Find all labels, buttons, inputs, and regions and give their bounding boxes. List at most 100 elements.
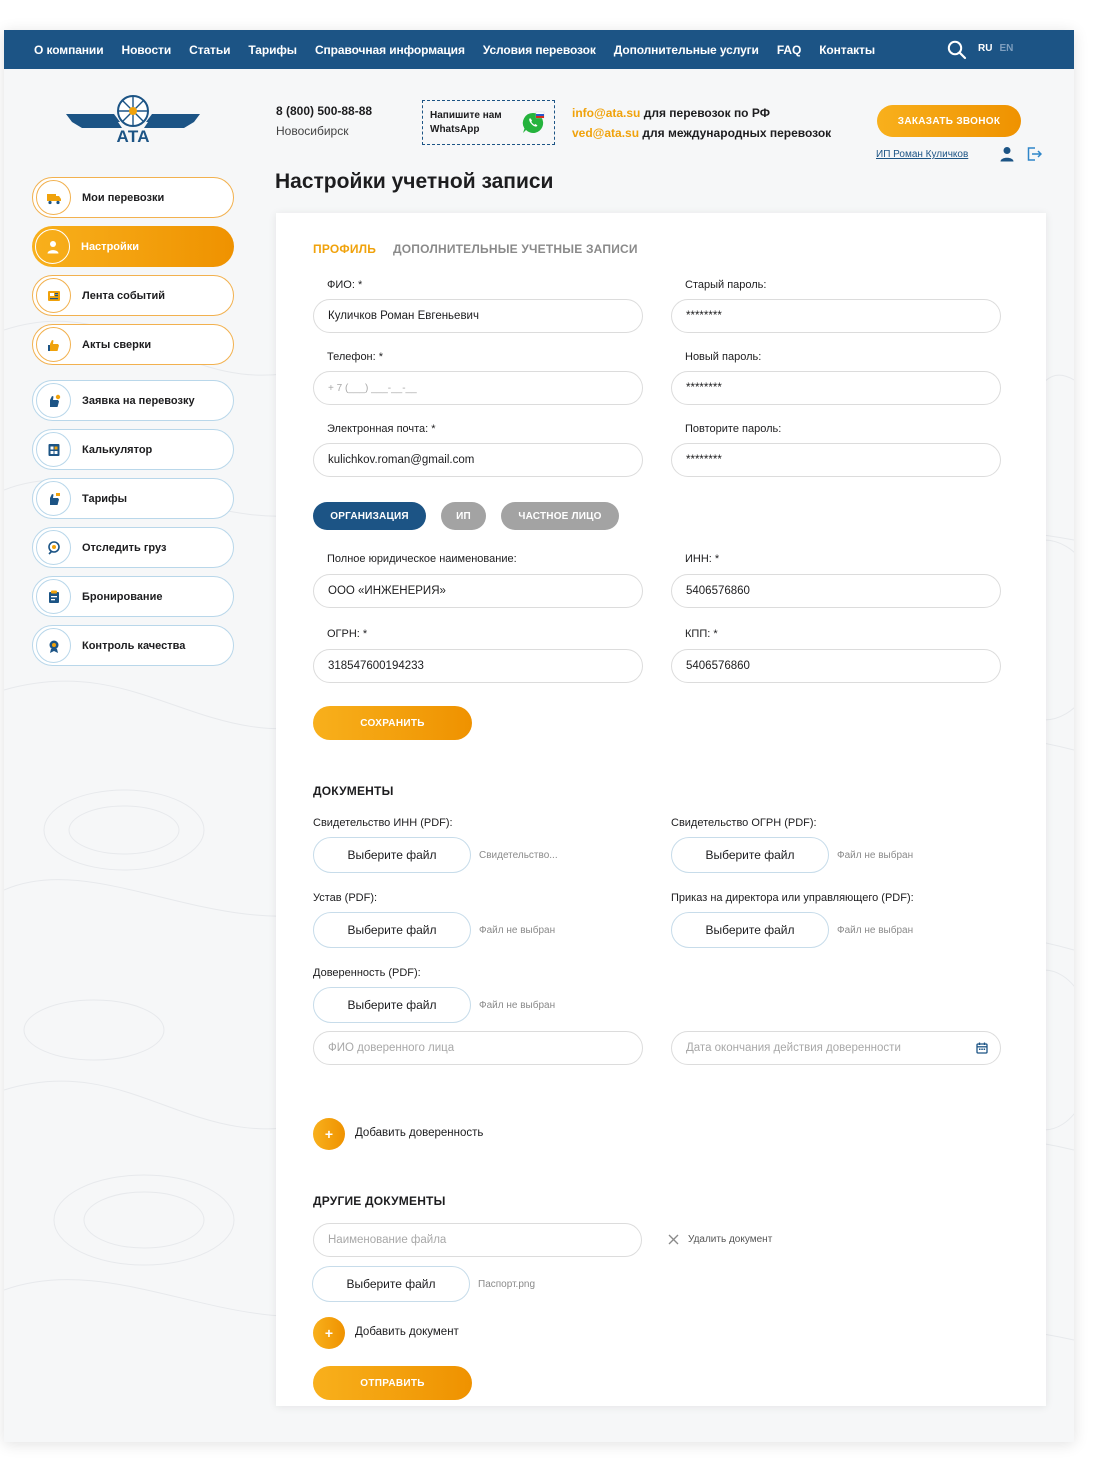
whatsapp-link[interactable]: Напишите нам WhatsApp xyxy=(422,100,555,145)
sidebar-item-label: Отследить груз xyxy=(82,541,167,554)
calendar-icon[interactable] xyxy=(976,1042,988,1054)
new-password-input[interactable]: ******** xyxy=(671,371,1001,405)
add-poa-label[interactable]: Добавить доверенность xyxy=(355,1127,483,1139)
page-title: Настройки учетной записи xyxy=(275,170,554,193)
other-documents-title: ДРУГИЕ ДОКУМЕНТЫ xyxy=(313,1194,446,1208)
phone-label: Телефон: * xyxy=(327,351,384,363)
add-document-label[interactable]: Добавить документ xyxy=(355,1326,459,1338)
inn-cert-choose-button[interactable]: Выберите файл xyxy=(313,837,471,873)
director-order-label: Приказ на директора или управляющего (PD… xyxy=(671,892,914,904)
nav-item-news[interactable]: Новости xyxy=(122,43,172,57)
entity-type-organization[interactable]: ОРГАНИЗАЦИЯ xyxy=(313,502,426,530)
sidebar-item-settings[interactable]: Настройки xyxy=(32,226,234,267)
inn-input[interactable]: 5406576860 xyxy=(671,574,1001,608)
ogrn-cert-choose-button[interactable]: Выберите файл xyxy=(671,837,829,873)
inn-label: ИНН: * xyxy=(685,553,720,565)
truck-icon xyxy=(36,180,71,215)
whatsapp-icon xyxy=(522,111,545,133)
sidebar-item-my-shipments[interactable]: Мои перевозки xyxy=(32,177,234,218)
sidebar-item-quality-control[interactable]: Контроль качества xyxy=(32,625,234,666)
main-nav: О компании Новости Статьи Тарифы Справоч… xyxy=(34,30,875,69)
nav-item-contacts[interactable]: Контакты xyxy=(819,43,875,57)
poa-filename: Файл не выбран xyxy=(479,1000,556,1011)
charter-label: Устав (PDF): xyxy=(313,892,378,904)
other-doc-choose-button[interactable]: Выберите файл xyxy=(312,1266,470,1302)
email-ved-link[interactable]: ved@ata.su xyxy=(572,126,639,140)
account-settings-card: ПРОФИЛЬ ДОПОЛНИТЕЛЬНЫЕ УЧЕТНЫЕ ЗАПИСИ ФИ… xyxy=(276,213,1046,1406)
sidebar-item-booking[interactable]: Бронирование xyxy=(32,576,234,617)
nav-item-faq[interactable]: FAQ xyxy=(777,43,801,57)
legal-name-label: Полное юридическое наименование: xyxy=(327,553,517,565)
kpp-input[interactable]: 5406576860 xyxy=(671,649,1001,683)
user-icon xyxy=(35,229,70,264)
sidebar-item-track-cargo[interactable]: Отследить груз xyxy=(32,527,234,568)
email-info-desc: для перевозок по РФ xyxy=(640,106,770,120)
inn-cert-filename: Свидетельство... xyxy=(479,850,558,861)
calculator-icon xyxy=(36,432,71,467)
whatsapp-text: Напишите нам WhatsApp xyxy=(430,110,502,135)
poa-person-input[interactable]: ФИО доверенного лица xyxy=(313,1031,643,1065)
ata-logo[interactable]: АТА xyxy=(64,92,202,144)
submit-button[interactable]: ОТПРАВИТЬ xyxy=(313,1366,472,1400)
sidebar-item-tariffs[interactable]: Тарифы xyxy=(32,478,234,519)
sidebar-item-label: Заявка на перевозку xyxy=(82,394,195,407)
add-poa-plus-button[interactable]: + xyxy=(313,1118,345,1150)
director-order-choose-button[interactable]: Выберите файл xyxy=(671,912,829,948)
sidebar-item-shipment-request[interactable]: Заявка на перевозку xyxy=(32,380,234,421)
poa-label: Доверенность (PDF): xyxy=(313,967,421,979)
sidebar-item-label: Лента событий xyxy=(82,289,165,302)
ogrn-cert-filename: Файл не выбран xyxy=(837,850,914,861)
inn-cert-label: Свидетельство ИНН (PDF): xyxy=(313,817,453,829)
fio-input[interactable]: Куличков Роман Евгеньевич xyxy=(313,299,643,333)
logout-icon[interactable] xyxy=(1026,146,1042,162)
email-info-link[interactable]: info@ata.su xyxy=(572,106,640,120)
language-switcher: RU EN xyxy=(978,43,1013,54)
nav-item-articles[interactable]: Статьи xyxy=(189,43,230,57)
lang-en[interactable]: EN xyxy=(999,43,1013,54)
booking-icon xyxy=(36,579,71,614)
email-row-international: ved@ata.su для международных перевозок xyxy=(572,126,831,140)
close-icon[interactable] xyxy=(668,1234,679,1245)
repeat-password-input[interactable]: ******** xyxy=(671,443,1001,477)
delete-document-link[interactable]: Удалить документ xyxy=(688,1234,772,1245)
save-button[interactable]: СОХРАНИТЬ xyxy=(313,706,472,740)
kpp-label: КПП: * xyxy=(685,628,718,640)
file-name-input[interactable]: Наименование файла xyxy=(313,1223,642,1257)
track-icon xyxy=(36,530,71,565)
new-password-label: Новый пароль: xyxy=(685,351,762,363)
tariff-icon xyxy=(36,481,71,516)
search-icon[interactable] xyxy=(947,40,967,60)
legal-name-input[interactable]: ООО «ИНЖЕНЕРИЯ» xyxy=(313,574,643,608)
request-call-button[interactable]: ЗАКАЗАТЬ ЗВОНОК xyxy=(877,105,1021,137)
nav-item-reference[interactable]: Справочная информация xyxy=(315,43,465,57)
poa-choose-button[interactable]: Выберите файл xyxy=(313,987,471,1023)
phone-input[interactable]: + 7 (___) ___-__-__ xyxy=(313,371,643,405)
add-document-plus-button[interactable]: + xyxy=(313,1317,345,1349)
poa-expiry-date-input[interactable]: Дата окончания действия доверенности xyxy=(671,1031,1001,1065)
charter-choose-button[interactable]: Выберите файл xyxy=(313,912,471,948)
sidebar-item-event-feed[interactable]: Лента событий xyxy=(32,275,234,316)
header-phone[interactable]: 8 (800) 500-88-88 xyxy=(276,104,372,118)
charter-filename: Файл не выбран xyxy=(479,925,556,936)
sidebar-item-reconciliation[interactable]: Акты сверки xyxy=(32,324,234,365)
nav-item-conditions[interactable]: Условия перевозок xyxy=(483,43,596,57)
entity-type-ip[interactable]: ИП xyxy=(441,502,486,530)
sidebar-item-label: Мои перевозки xyxy=(82,191,165,204)
tab-additional-accounts[interactable]: ДОПОЛНИТЕЛЬНЫЕ УЧЕТНЫЕ ЗАПИСИ xyxy=(393,242,638,256)
nav-item-tariffs[interactable]: Тарифы xyxy=(248,43,297,57)
ogrn-label: ОГРН: * xyxy=(327,628,368,640)
ogrn-input[interactable]: 318547600194233 xyxy=(313,649,643,683)
user-name-link[interactable]: ИП Роман Куличков xyxy=(876,149,968,160)
repeat-password-label: Повторите пароль: xyxy=(685,423,782,435)
director-order-filename: Файл не выбран xyxy=(837,925,914,936)
nav-item-about[interactable]: О компании xyxy=(34,43,104,57)
user-icon[interactable] xyxy=(999,146,1015,162)
app-frame: О компании Новости Статьи Тарифы Справоч… xyxy=(4,30,1074,1442)
entity-type-private[interactable]: ЧАСТНОЕ ЛИЦО xyxy=(501,502,619,530)
old-password-input[interactable]: ******** xyxy=(671,299,1001,333)
email-input[interactable]: kulichkov.roman@gmail.com xyxy=(313,443,643,477)
tab-profile[interactable]: ПРОФИЛЬ xyxy=(313,242,376,256)
sidebar-item-calculator[interactable]: Калькулятор xyxy=(32,429,234,470)
lang-ru[interactable]: RU xyxy=(978,43,992,54)
nav-item-services[interactable]: Дополнительные услуги xyxy=(614,43,759,57)
